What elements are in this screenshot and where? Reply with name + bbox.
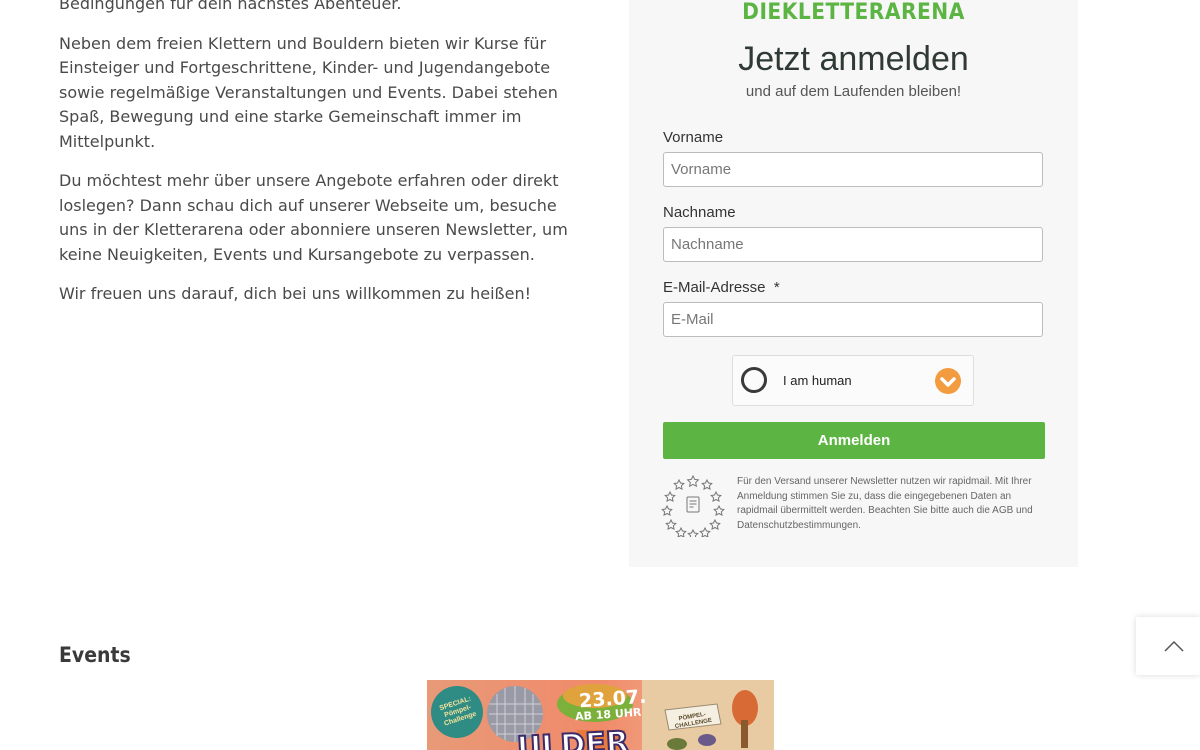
- brand-logo: DIEKLETTERARENA: [742, 0, 965, 25]
- privacy-disclaimer: Für den Versand unserer Newsletter nutze…: [737, 476, 1033, 531]
- firstname-label: Vorname: [663, 129, 724, 146]
- chevron-up-icon: [1164, 640, 1184, 652]
- captcha-checkbox[interactable]: [741, 367, 767, 393]
- form-subtitle: und auf dem Laufenden bleiben!: [745, 83, 962, 100]
- intro-paragraph: Wir freuen uns darauf, dich bei uns will…: [59, 284, 532, 303]
- subscribe-button[interactable]: Anmelden: [663, 422, 1045, 459]
- intro-text: Bedingungen für dein nächstes Abenteuer.…: [59, 0, 589, 322]
- hcaptcha-logo-icon: [935, 368, 961, 394]
- newsletter-form: DIEKLETTERARENA Jetzt anmelden und auf d…: [629, 0, 1078, 567]
- lastname-label: Nachname: [663, 204, 736, 221]
- gdpr-stars-badge-icon: [661, 473, 725, 541]
- intro-paragraph: Bedingungen für dein nächstes Abenteuer.: [59, 0, 402, 13]
- captcha-widget[interactable]: I am human: [732, 355, 974, 406]
- event-poster[interactable]: SPECIAL: Pömpel-Challenge 23.07. AB 18 U…: [427, 680, 774, 750]
- intro-paragraph: Du möchtest mehr über unsere Angebote er…: [59, 171, 568, 264]
- email-label-text: E-Mail-Adresse: [663, 279, 766, 296]
- intro-paragraph: Neben dem freien Klettern und Bouldern b…: [59, 33, 558, 151]
- captcha-label: I am human: [783, 373, 852, 388]
- firstname-input[interactable]: [663, 152, 1043, 187]
- email-input[interactable]: [663, 302, 1043, 337]
- gdpr-badge-svg: [661, 474, 725, 541]
- email-label: E-Mail-Adresse *: [663, 279, 780, 296]
- events-heading: Events: [59, 643, 131, 667]
- hcaptcha-logo-glyph: [940, 377, 956, 387]
- lastname-input[interactable]: [663, 227, 1043, 262]
- form-title: Jetzt anmelden: [738, 40, 969, 78]
- scroll-to-top-button[interactable]: [1136, 617, 1200, 675]
- required-mark: *: [773, 279, 780, 296]
